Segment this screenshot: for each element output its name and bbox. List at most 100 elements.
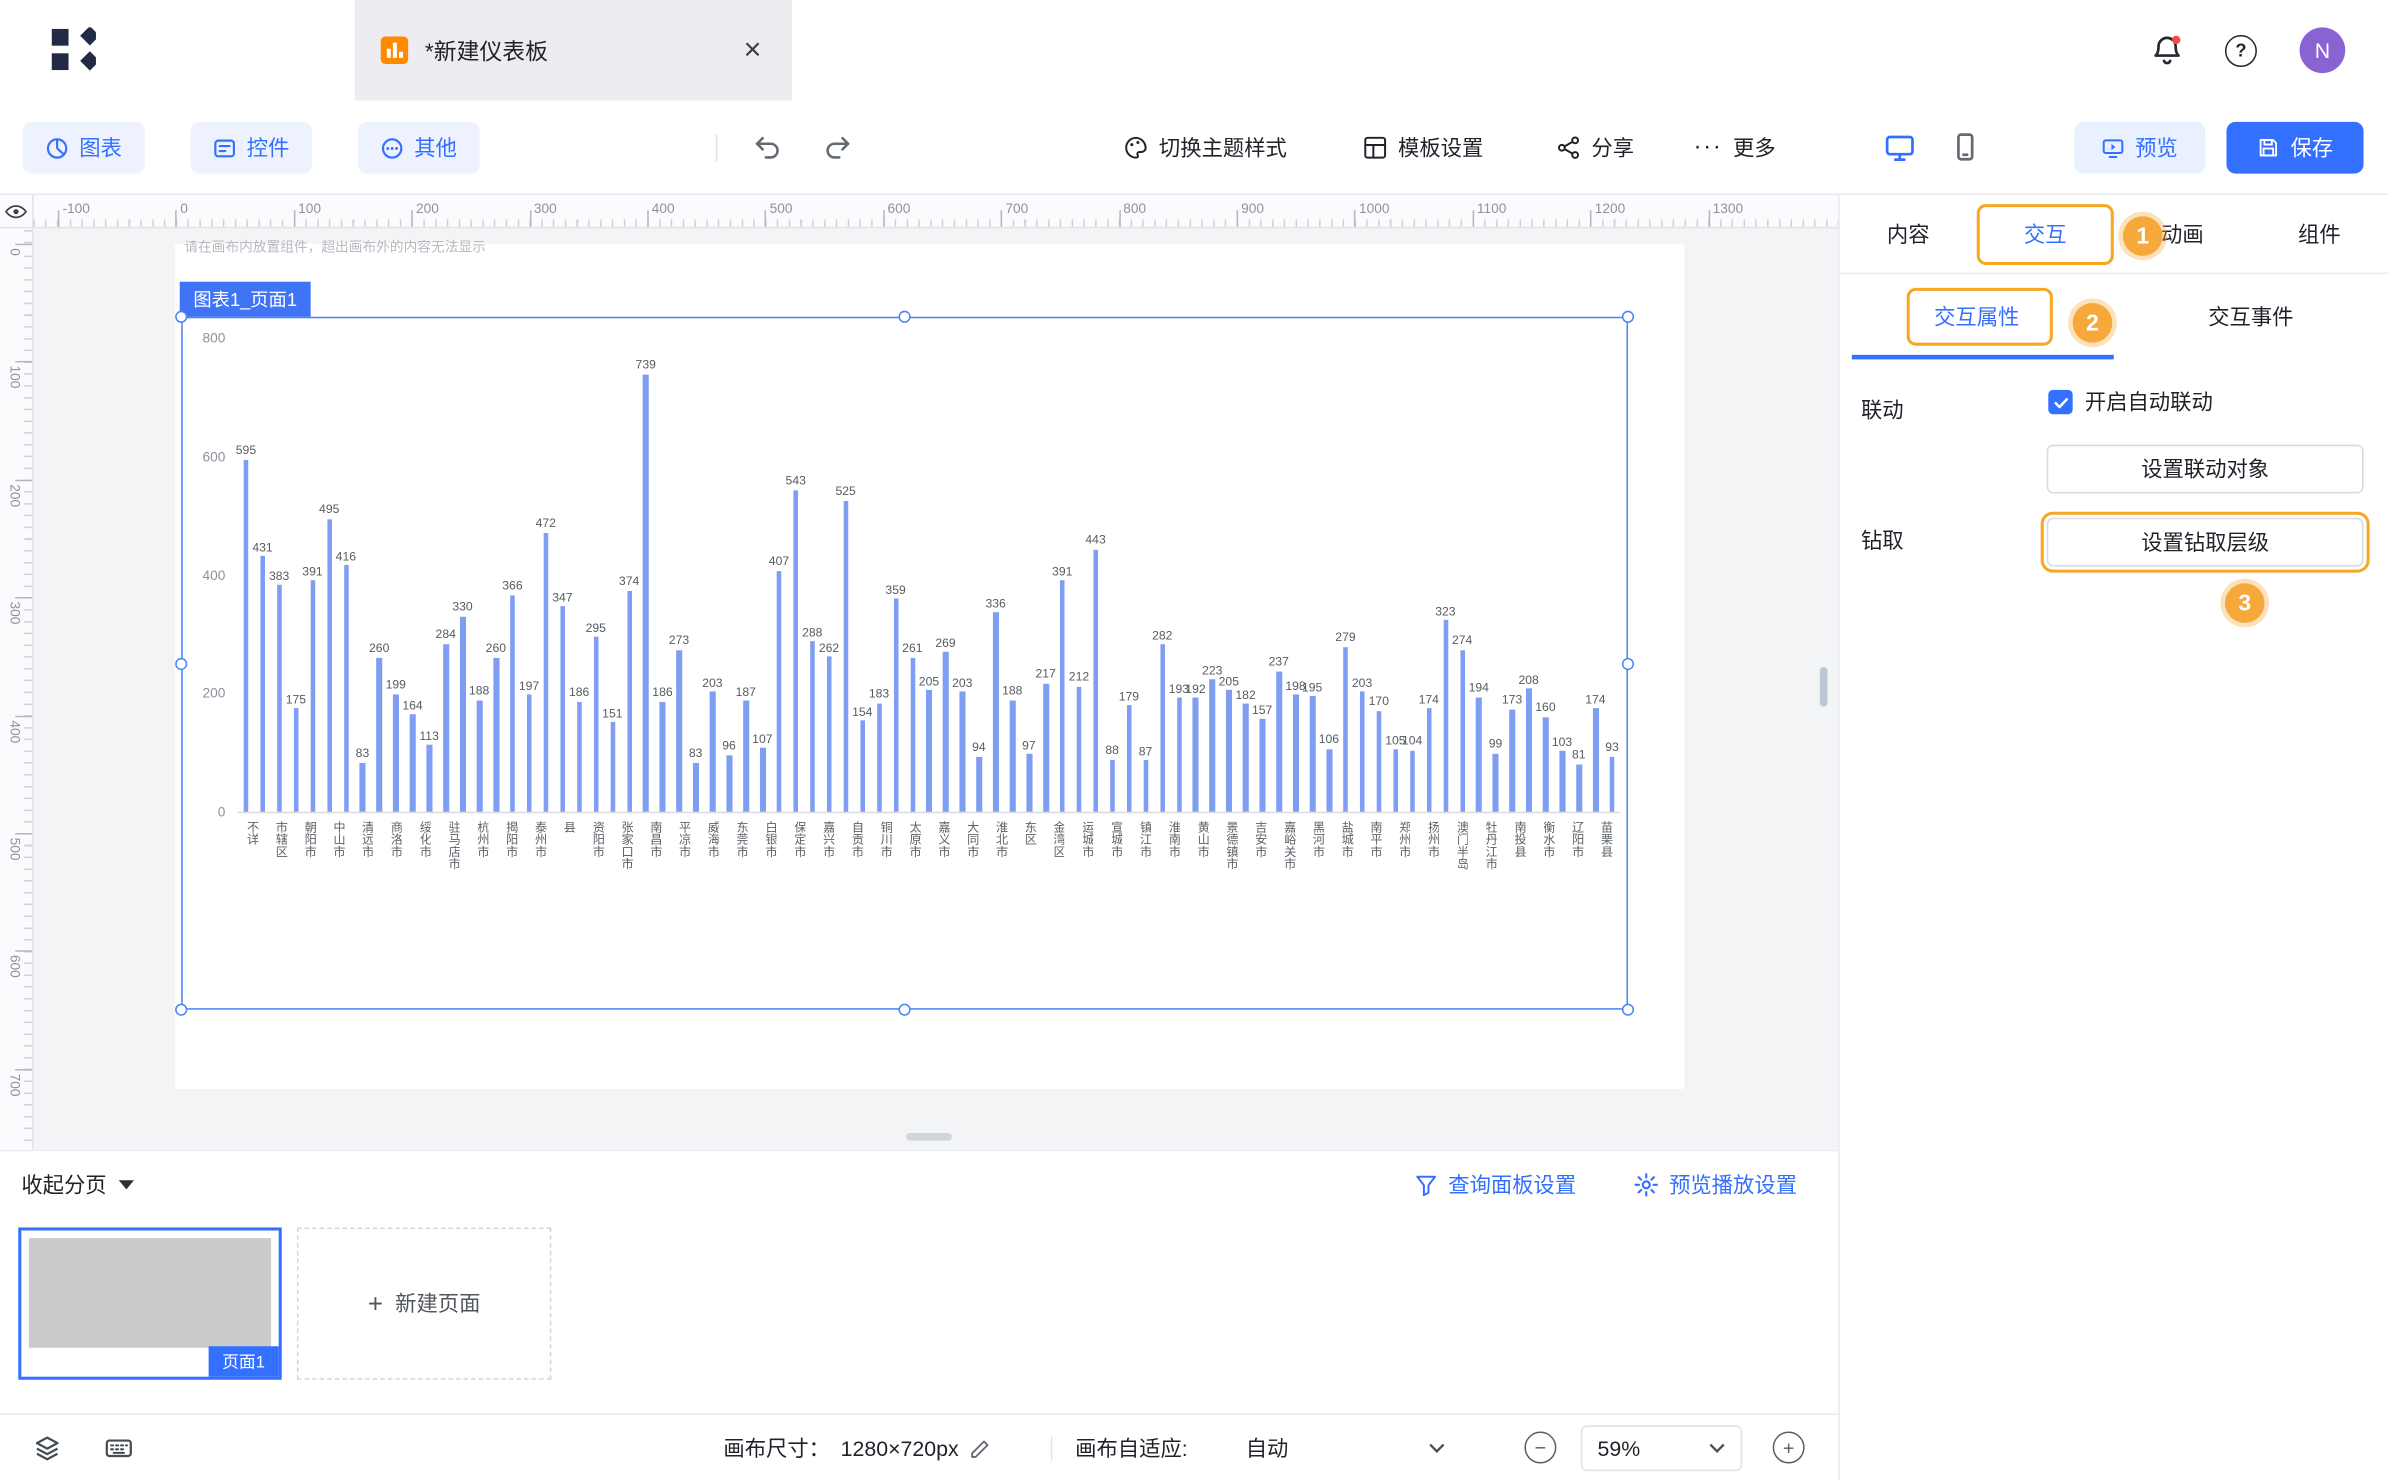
bar-value-label: 336 <box>985 598 1005 610</box>
preview-play-settings-button[interactable]: 预览播放设置 <box>1634 1170 1797 1200</box>
preview-button[interactable]: 预览 <box>2074 122 2205 174</box>
chart-bar <box>677 650 682 812</box>
set-drill-level-button[interactable]: 设置钻取层级 <box>2047 518 2364 567</box>
canvas-fit-value: 自动 <box>1246 1433 1289 1463</box>
new-page-button[interactable]: + 新建页面 <box>297 1227 551 1379</box>
bar-value-label: 217 <box>1035 669 1055 681</box>
bar-value-label: 269 <box>935 638 955 650</box>
query-panel-settings-button[interactable]: 查询面板设置 <box>1415 1170 1576 1200</box>
tab-content[interactable]: 内容 <box>1840 195 1977 273</box>
switch-theme-button[interactable]: 切换主题样式 <box>1124 122 1287 174</box>
chart-bar <box>327 519 332 812</box>
desktop-view-button[interactable] <box>1884 132 1916 161</box>
chart-bar <box>560 606 565 811</box>
switch-theme-label: 切换主题样式 <box>1159 132 1287 162</box>
auto-linkage-checkbox-row[interactable]: 开启自动联动 <box>2048 387 2212 417</box>
y-axis-label: 200 <box>180 687 226 701</box>
resize-handle[interactable] <box>1622 311 1634 323</box>
avatar[interactable]: N <box>2300 27 2346 73</box>
chart-plot: 5954313831753914954168326019916411328433… <box>238 340 1621 814</box>
resize-handle[interactable] <box>175 1004 187 1016</box>
subtab-interaction-events[interactable]: 交互事件 <box>2114 274 2388 359</box>
component-title-badge: 图表1_页面1 <box>180 282 311 317</box>
redo-button[interactable] <box>822 134 851 160</box>
bar-value-label: 431 <box>252 542 272 554</box>
y-axis-label: 800 <box>180 332 226 346</box>
edit-pencil-icon[interactable] <box>969 1437 992 1460</box>
bar-value-label: 330 <box>452 602 472 614</box>
resize-handle[interactable] <box>175 657 187 669</box>
canvas-fit-select[interactable]: 自动 <box>1237 1425 1455 1471</box>
bar-value-label: 174 <box>1585 694 1605 706</box>
help-button[interactable]: ? <box>2225 34 2257 66</box>
others-button[interactable]: 其他 <box>358 122 480 174</box>
toggle-guides-button[interactable] <box>0 195 34 229</box>
bar-value-label: 187 <box>736 687 756 699</box>
chart-bar <box>643 374 648 812</box>
chart-component[interactable]: 图表1_页面1 0200400600800 595431383175391495… <box>181 317 1628 1010</box>
page-thumbnail[interactable]: 页面1 <box>18 1227 281 1379</box>
tab-interaction[interactable]: 交互 <box>1977 195 2114 273</box>
bar-value-label: 113 <box>419 730 438 742</box>
set-linkage-target-label: 设置联动对象 <box>2141 454 2269 484</box>
x-axis-label: 中山市 <box>332 821 345 858</box>
widgets-button[interactable]: 控件 <box>190 122 312 174</box>
resize-handle[interactable] <box>175 311 187 323</box>
chart-bar <box>377 658 382 812</box>
save-button[interactable]: 保存 <box>2226 122 2363 174</box>
layers-button[interactable] <box>34 1435 61 1462</box>
chart-bar <box>1043 683 1048 812</box>
charts-button-label: 图表 <box>79 132 122 162</box>
zoom-level-select[interactable]: 59% <box>1581 1425 1742 1471</box>
resize-handle[interactable] <box>1622 657 1634 669</box>
dashboard-editor: *新建仪表板 × ? N 图表 控件 其他 <box>0 0 2388 1480</box>
collapse-pages-button[interactable]: 收起分页 <box>21 1170 134 1200</box>
canvas-hint: 请在画布内放置组件，超出画布外的内容无法显示 <box>184 236 486 256</box>
x-axis-label: 宣城市 <box>1110 821 1123 858</box>
template-settings-button[interactable]: 模板设置 <box>1363 122 1483 174</box>
document-tab[interactable]: *新建仪表板 × <box>355 0 792 101</box>
bar-value-label: 273 <box>669 636 689 648</box>
x-axis-label: 郑州市 <box>1398 821 1411 858</box>
bar-value-label: 284 <box>436 629 456 641</box>
canvas-resize-handle[interactable] <box>906 1133 952 1141</box>
bar-value-label: 295 <box>586 623 606 635</box>
mobile-view-button[interactable] <box>1951 132 1980 161</box>
save-label: 保存 <box>2290 132 2333 162</box>
x-axis-label: 南平市 <box>1369 821 1382 858</box>
x-axis-label: 平凉市 <box>678 821 691 858</box>
zoom-in-button[interactable]: + <box>1773 1432 1805 1464</box>
resize-handle[interactable] <box>899 1004 911 1016</box>
chart-bar <box>593 637 598 812</box>
share-button[interactable]: 分享 <box>1556 122 1634 174</box>
app-logo[interactable] <box>50 27 96 73</box>
bar-value-label: 154 <box>852 706 872 718</box>
x-axis-label: 白银市 <box>764 821 777 858</box>
charts-button[interactable]: 图表 <box>23 122 145 174</box>
annotation-badge-2-number: 2 <box>2086 310 2099 336</box>
close-icon[interactable]: × <box>738 35 768 65</box>
plus-icon: + <box>368 1291 383 1317</box>
x-axis-label: 大同市 <box>966 821 979 858</box>
question-icon: ? <box>2235 40 2246 61</box>
checkbox-checked-icon[interactable] <box>2048 390 2072 414</box>
tab-component[interactable]: 组件 <box>2251 195 2388 273</box>
bar-value-label: 323 <box>1435 606 1455 618</box>
x-axis-label: 黑河市 <box>1312 821 1325 858</box>
resize-handle[interactable] <box>1622 1004 1634 1016</box>
undo-button[interactable] <box>754 134 783 160</box>
shortcuts-button[interactable] <box>104 1435 134 1462</box>
notifications-button[interactable] <box>2152 35 2182 65</box>
chart-bar <box>843 501 848 812</box>
x-axis-label: 杭州市 <box>476 821 489 858</box>
set-linkage-target-button[interactable]: 设置联动对象 <box>2047 445 2364 494</box>
canvas-viewport[interactable]: 请在画布内放置组件，超出画布外的内容无法显示 图表1_页面1 020040060… <box>34 228 1839 1149</box>
bar-value-label: 543 <box>786 476 806 488</box>
resize-handle[interactable] <box>899 311 911 323</box>
document-title: *新建仪表板 <box>425 34 722 66</box>
scrollbar-thumb[interactable] <box>1820 667 1828 707</box>
bar-value-label: 262 <box>819 642 839 654</box>
more-button[interactable]: ··· 更多 <box>1693 122 1775 174</box>
zoom-out-button[interactable]: − <box>1524 1432 1556 1464</box>
chart-bar <box>527 695 532 812</box>
